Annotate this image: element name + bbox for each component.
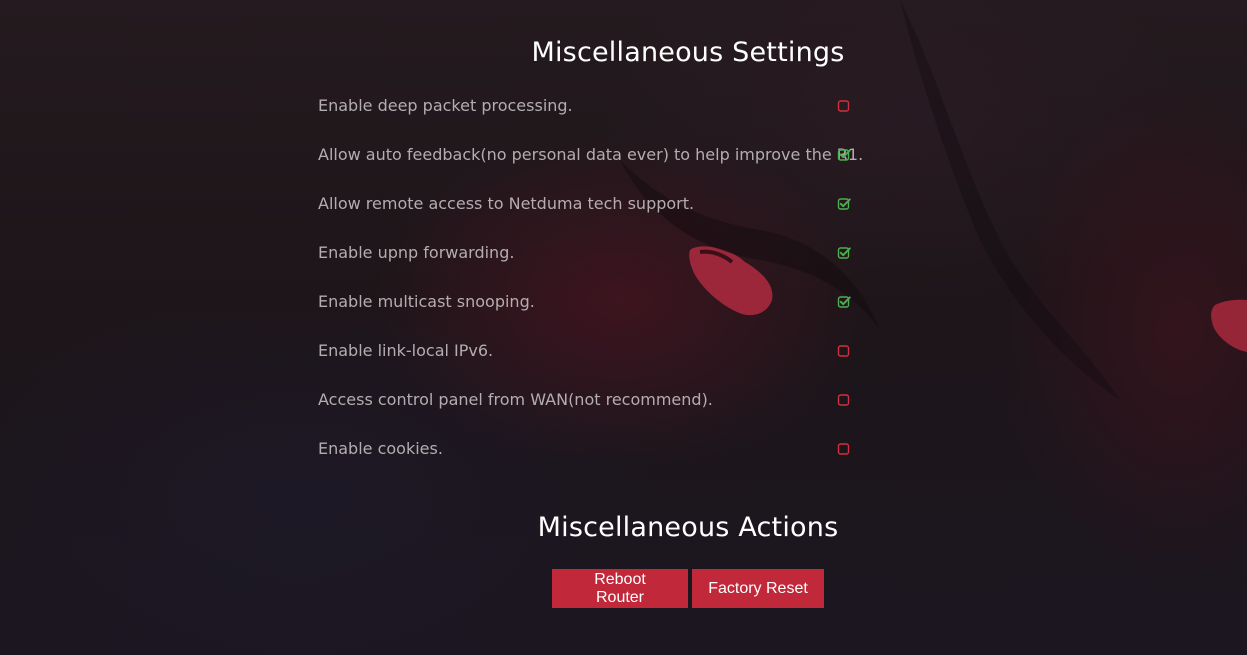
settings-title: Miscellaneous Settings [531, 37, 845, 68]
setting-row-wan-access: Access control panel from WAN(not recomm… [318, 382, 858, 431]
setting-row-ipv6: Enable link-local IPv6. [318, 333, 858, 382]
actions-bar: Reboot Router Factory Reset [552, 569, 824, 608]
settings-list: Enable deep packet processing. Allow aut… [318, 88, 863, 480]
setting-label: Enable deep packet processing. [318, 96, 573, 115]
setting-label: Enable multicast snooping. [318, 292, 535, 311]
setting-row-remote-access: Allow remote access to Netduma tech supp… [318, 186, 858, 235]
setting-label: Enable cookies. [318, 439, 443, 458]
content: Miscellaneous Settings Enable deep packe… [0, 0, 1247, 655]
setting-row-auto-feedback: Allow auto feedback(no personal data eve… [318, 137, 863, 186]
unchecked-box-icon [837, 394, 850, 406]
checkbox-wan-access[interactable] [837, 393, 851, 407]
checkbox-deep-packet[interactable] [837, 99, 851, 113]
setting-row-cookies: Enable cookies. [318, 431, 858, 480]
checked-box-icon [837, 296, 851, 308]
checkbox-ipv6[interactable] [837, 344, 851, 358]
unchecked-box-icon [837, 345, 850, 357]
setting-label: Allow auto feedback(no personal data eve… [318, 145, 864, 164]
reboot-router-button[interactable]: Reboot Router [552, 569, 688, 608]
checked-box-icon [837, 247, 851, 259]
checkbox-auto-feedback[interactable] [837, 148, 851, 162]
setting-row-deep-packet: Enable deep packet processing. [318, 88, 858, 137]
unchecked-box-icon [837, 443, 850, 455]
setting-row-upnp: Enable upnp forwarding. [318, 235, 858, 284]
checkbox-remote-access[interactable] [837, 197, 851, 211]
setting-label: Enable upnp forwarding. [318, 243, 515, 262]
unchecked-box-icon [837, 100, 850, 112]
setting-label: Enable link-local IPv6. [318, 341, 494, 360]
checkbox-multicast[interactable] [837, 295, 851, 309]
page: Miscellaneous Settings Enable deep packe… [0, 0, 1247, 655]
checked-box-icon [837, 149, 851, 161]
setting-label: Allow remote access to Netduma tech supp… [318, 194, 695, 213]
checkbox-upnp[interactable] [837, 246, 851, 260]
actions-title: Miscellaneous Actions [537, 512, 839, 543]
factory-reset-button[interactable]: Factory Reset [692, 569, 824, 608]
setting-label: Access control panel from WAN(not recomm… [318, 390, 713, 409]
checkbox-cookies[interactable] [837, 442, 851, 456]
setting-row-multicast: Enable multicast snooping. [318, 284, 858, 333]
checked-box-icon [837, 198, 851, 210]
